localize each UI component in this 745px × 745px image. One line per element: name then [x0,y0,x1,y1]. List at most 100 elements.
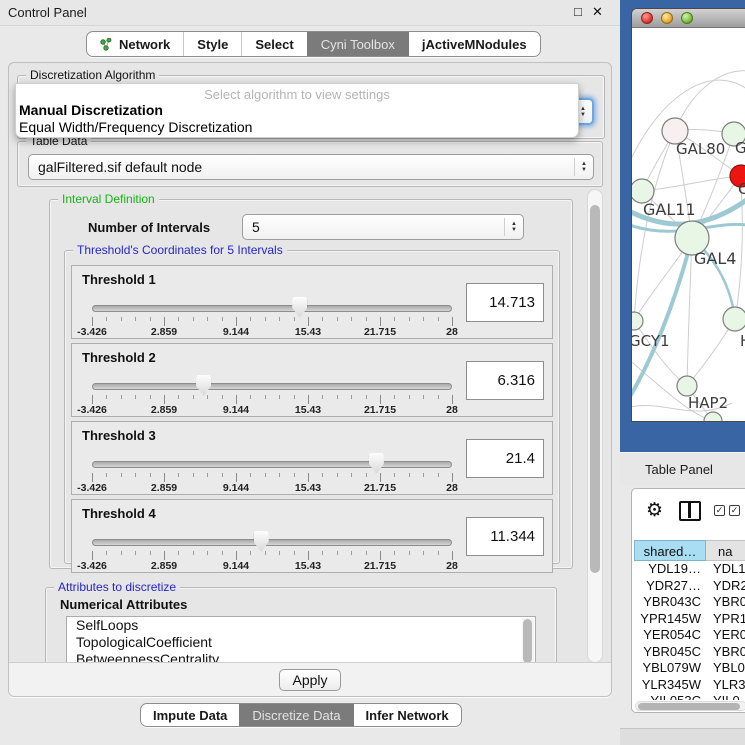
node-label: H [740,332,745,350]
slider-ticks [92,473,452,482]
tab-jactivemnodules[interactable]: jActiveMNodules [408,32,540,56]
tab-infer-network[interactable]: Infer Network [353,704,461,726]
group-title: Threshold's Coordinates for 5 Intervals [73,243,287,257]
network-edge[interactable] [634,131,675,321]
table-row[interactable]: YLR345WYLR3 [634,677,745,694]
apply-button[interactable]: Apply [279,669,341,691]
network-window-titlebar[interactable] [632,9,745,28]
group-title: Discretization Algorithm [26,68,159,82]
threshold-value-field[interactable]: 14.713 [466,283,544,322]
tick-label: 21.715 [364,482,396,494]
network-canvas[interactable]: GAL80GACGAL11GAL4GCY1HHAP2 [632,28,745,422]
tab-network[interactable]: Network [87,32,183,56]
checkbox-icon[interactable]: ✓ [714,505,725,516]
table-row[interactable]: YPR145WYPR1 [634,611,745,628]
tab-label: jActiveMNodules [422,37,527,52]
table-data-combobox[interactable]: galFiltered.sif default node ▲▼ [28,154,594,180]
checkbox-icon[interactable]: ✓ [729,505,740,516]
threshold-label: Threshold 3 [82,428,156,443]
close-icon[interactable]: ✕ [592,4,603,20]
close-traffic-light-icon[interactable] [641,12,653,24]
cell: YIL053C [634,693,706,700]
cell: YPR1 [706,611,745,628]
tab-style[interactable]: Style [183,32,241,56]
dropdown-option-manual[interactable]: Manual Discretization [16,102,578,119]
cell: YIL0 [706,693,745,700]
network-edge[interactable] [642,176,741,191]
threshold-4-panel: Threshold 4 -3.426 2.859 9.144 15.43 21.… [71,499,553,573]
tick-label: -3.426 [77,560,107,572]
table-row[interactable]: YER054CYER0 [634,627,745,644]
table-row[interactable]: YDR27…YDR2 [634,578,745,595]
column-header-shared[interactable]: shared… [634,540,706,561]
table-row[interactable]: YBR045CYBR0 [634,644,745,661]
slider-thumb[interactable] [369,453,384,474]
threshold-value-field[interactable]: 21.4 [466,439,544,478]
tick-label: 9.144 [223,404,249,416]
slider-ticks [92,395,452,404]
table-toolbar: ⚙ ✓ ✓ [632,489,745,535]
threshold-value-field[interactable]: 6.316 [466,361,544,400]
threshold-value-field[interactable]: 11.344 [466,517,544,556]
cell: YBR0 [706,644,745,661]
scrollbar-thumb[interactable] [638,703,740,710]
attributes-list[interactable]: SelfLoops TopologicalCoefficient Between… [66,616,536,663]
list-scrollbar[interactable] [522,618,534,663]
table-row[interactable]: YDL19…YDL1 [634,561,745,578]
slider-track[interactable] [92,383,452,390]
num-intervals-spinner[interactable]: 5 ▲▼ [242,214,524,240]
slider-track[interactable] [92,461,452,468]
num-intervals-label: Number of Intervals [88,220,210,235]
cell: YPR145W [634,611,706,628]
slider-thumb[interactable] [292,297,307,318]
slider-track[interactable] [92,539,452,546]
slider-thumb[interactable] [196,375,211,396]
tick-label: 21.715 [364,560,396,572]
table-panel-area: ⚙ ✓ ✓ shared… na YDL19…YDL1 YDR27…YDR2 Y… [620,485,745,745]
network-icon [100,38,113,51]
spinner-value: 5 [252,219,260,235]
apply-row: Apply [9,662,611,696]
gear-icon[interactable]: ⚙ [646,499,663,522]
slider-thumb[interactable] [254,531,269,552]
zoom-traffic-light-icon[interactable] [681,12,693,24]
float-window-icon[interactable]: □ [574,4,582,19]
tick-label: 9.144 [223,326,249,338]
network-node[interactable] [632,312,643,330]
tick-label: 2.859 [151,326,177,338]
threshold-label: Threshold 2 [82,350,156,365]
tab-impute-data[interactable]: Impute Data [141,704,239,726]
tab-select[interactable]: Select [241,32,306,56]
minimize-traffic-light-icon[interactable] [661,12,673,24]
column-header-name[interactable]: na [706,540,745,561]
list-item[interactable]: SelfLoops [67,617,535,634]
tab-cyni-toolbox[interactable]: Cyni Toolbox [307,32,408,56]
tab-label: Infer Network [366,708,449,723]
dropdown-option-equal-width[interactable]: Equal Width/Frequency Discretization [16,119,578,136]
node-label: GAL80 [676,140,725,158]
combo-value: galFiltered.sif default node [38,159,202,175]
top-tab-bar: Network Style Select Cyni Toolbox jActiv… [86,31,541,57]
attribute-browser-panel: ⚙ ✓ ✓ shared… na YDL19…YDL1 YDR27…YDR2 Y… [631,488,745,713]
scrollbar-thumb[interactable] [523,619,532,663]
table-row[interactable]: YIL053CYIL0 [634,693,745,700]
network-node[interactable] [723,307,745,331]
tick-label: 21.715 [364,326,396,338]
list-item[interactable]: TopologicalCoefficient [67,634,535,651]
tick-label: 28 [446,326,458,338]
threshold-1-panel: Threshold 1 -3.426 2.859 9.144 15.43 21.… [71,265,553,339]
network-node[interactable] [704,412,722,422]
algorithm-dropdown-popup: Select algorithm to view settings Manual… [15,83,579,138]
slider-track[interactable] [92,305,452,312]
table-horizontal-scrollbar[interactable] [635,701,745,711]
tab-label: Select [255,37,293,52]
settings-scrollbar[interactable] [587,189,603,663]
scrollbar-thumb[interactable] [590,205,600,573]
tab-discretize-data[interactable]: Discretize Data [239,704,352,726]
network-node[interactable] [677,376,697,396]
split-view-icon[interactable] [679,501,701,521]
cell: YER054C [634,627,706,644]
table-row[interactable]: YBR043CYBR0 [634,594,745,611]
table-row[interactable]: YBL079WYBL0 [634,660,745,677]
tick-label: 15.43 [295,404,321,416]
